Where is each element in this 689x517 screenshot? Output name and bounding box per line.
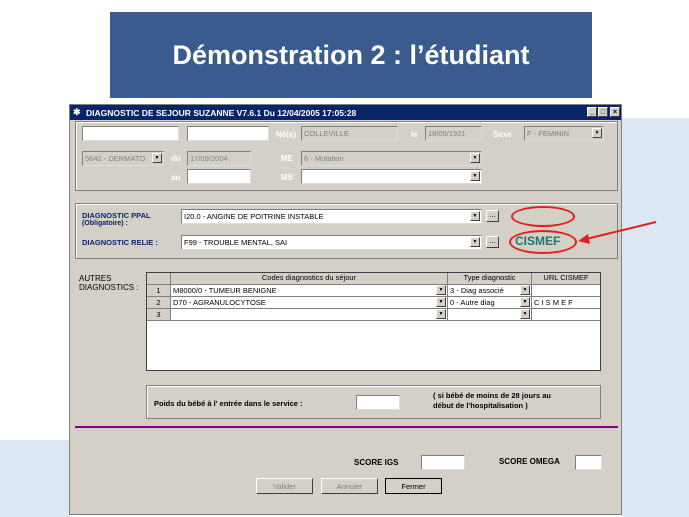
- poids-bebe-label: Poids du bébé à l' entrée dans le servic…: [154, 399, 303, 408]
- birth-date-field[interactable]: 18/05/1921: [425, 126, 482, 141]
- grid-row-type[interactable]: 3 - Diag associé ▼: [448, 285, 532, 297]
- red-arrow-annotation: [578, 221, 657, 244]
- grid-row-url[interactable]: [532, 309, 600, 321]
- diag-ppal-value: I20.0 - ANGINE DE POITRINE INSTABLE: [184, 212, 324, 221]
- diag-ppal-browse-button[interactable]: ...: [486, 210, 499, 222]
- maiden-name-field[interactable]: COLLEVILLE: [301, 126, 398, 141]
- nee-label: Né(e): [276, 130, 297, 139]
- grid-row-url-cismef[interactable]: C I S M E F: [532, 297, 600, 309]
- chevron-down-icon[interactable]: ▼: [520, 309, 530, 319]
- grid-row-type-text: 0 - Autre diag: [450, 298, 495, 307]
- chevron-down-icon[interactable]: ▼: [436, 285, 446, 295]
- grid-row-number: 3: [147, 309, 171, 321]
- score-omega-label: SCORE OMEGA: [499, 457, 560, 466]
- close-button[interactable]: ×: [610, 107, 620, 117]
- highlight-ellipse-ppal: [511, 206, 575, 227]
- sexe-label: Sexe: [493, 130, 512, 139]
- grid-row-type[interactable]: ▼: [448, 309, 532, 321]
- service-select[interactable]: 5642 - DERMATO. ▼: [82, 151, 164, 166]
- separator-line: [75, 426, 618, 428]
- grid-row-url[interactable]: [532, 285, 600, 297]
- diag-ppal-required-label: (Obligatoire) :: [82, 220, 128, 227]
- bebe-note-line1: ( si bébé de moins de 28 jours au: [433, 391, 551, 400]
- score-omega-input[interactable]: [575, 455, 602, 470]
- grid-row-code-text: M8000/0 - TUMEUR BENIGNE: [173, 286, 277, 295]
- minimize-button[interactable]: _: [587, 107, 597, 117]
- fermer-button[interactable]: Fermer: [385, 478, 442, 494]
- ms-label: MS: [281, 173, 293, 182]
- app-window: ✱ DIAGNOSTIC DE SEJOUR SUZANNE V7.6.1 Du…: [69, 104, 622, 515]
- grid-header-url: URL CISMEF: [532, 273, 600, 285]
- valider-button[interactable]: Valider: [256, 478, 313, 494]
- firstname-field[interactable]: [187, 126, 269, 141]
- chevron-down-icon[interactable]: ▼: [470, 153, 480, 163]
- diag-ppal-select[interactable]: I20.0 - ANGINE DE POITRINE INSTABLE ▼: [181, 209, 482, 224]
- chevron-down-icon[interactable]: ▼: [470, 171, 480, 181]
- app-icon: ✱: [73, 107, 81, 117]
- grid-header-type: Type diagnostic: [448, 273, 532, 285]
- au-date-field[interactable]: [187, 169, 251, 184]
- chevron-down-icon[interactable]: ▼: [470, 211, 480, 221]
- background-band-right: [622, 118, 689, 517]
- cismef-link[interactable]: CISMEF: [515, 234, 560, 248]
- sexe-select[interactable]: F - FEMININ ▼: [524, 126, 604, 141]
- diag-relie-value: F99 - TROUBLE MENTAL, SAI: [184, 238, 288, 247]
- grid-row-code[interactable]: M8000/0 - TUMEUR BENIGNE ▼: [171, 285, 448, 297]
- chevron-down-icon[interactable]: ▼: [592, 128, 602, 138]
- autres-label: AUTRES: [79, 274, 112, 283]
- chevron-down-icon[interactable]: ▼: [520, 297, 530, 307]
- lastname-field[interactable]: [82, 126, 179, 141]
- au-label: au: [171, 173, 181, 182]
- grid-header-corner: [147, 273, 171, 285]
- poids-bebe-input[interactable]: [356, 395, 400, 410]
- score-igs-input[interactable]: [421, 455, 465, 470]
- grid-row-number: 2: [147, 297, 171, 309]
- ms-select[interactable]: ▼: [301, 169, 482, 184]
- diag-relie-select[interactable]: F99 - TROUBLE MENTAL, SAI ▼: [181, 235, 482, 250]
- window-title: DIAGNOSTIC DE SEJOUR SUZANNE V7.6.1 Du 1…: [86, 107, 357, 118]
- diag-ppal-label: DIAGNOSTIC PPAL: [82, 211, 151, 220]
- chevron-down-icon[interactable]: ▼: [436, 297, 446, 307]
- grid-row-type-text: 3 - Diag associé: [450, 286, 504, 295]
- diagnostics-label: DIAGNOSTICS :: [79, 283, 139, 292]
- grid-row-type[interactable]: 0 - Autre diag ▼: [448, 297, 532, 309]
- window-titlebar: ✱ DIAGNOSTIC DE SEJOUR SUZANNE V7.6.1 Du…: [70, 105, 621, 120]
- me-label: ME: [281, 154, 293, 163]
- maximize-button[interactable]: □: [598, 107, 608, 117]
- chevron-down-icon[interactable]: ▼: [436, 309, 446, 319]
- le-label: le: [411, 130, 418, 139]
- background-band-left: [0, 440, 69, 517]
- diag-relie-browse-button[interactable]: ...: [486, 236, 499, 248]
- diag-relie-label: DIAGNOSTIC RELIE :: [82, 238, 158, 247]
- chevron-down-icon[interactable]: ▼: [152, 153, 162, 163]
- me-value: 6 - Mutation: [304, 154, 344, 163]
- du-label: du: [171, 154, 181, 163]
- annuler-button[interactable]: Annuler: [321, 478, 378, 494]
- service-value: 5642 - DERMATO.: [85, 154, 148, 163]
- grid-row-code[interactable]: D70 - AGRANULOCYTOSE ▼: [171, 297, 448, 309]
- bebe-note-line2: début de l'hospitalisation ): [433, 401, 528, 410]
- grid-header-codes: Codes diagnostics du séjour: [171, 273, 448, 285]
- score-igs-label: SCORE IGS: [354, 458, 399, 467]
- grid-row-number: 1: [147, 285, 171, 297]
- slide-title: Démonstration 2 : l’étudiant: [110, 12, 592, 98]
- sexe-value: F - FEMININ: [527, 129, 570, 138]
- chevron-down-icon[interactable]: ▼: [470, 237, 480, 247]
- diagnostics-grid: Codes diagnostics du séjour Type diagnos…: [146, 272, 601, 371]
- du-date-field[interactable]: 17/09/2004: [187, 151, 251, 166]
- chevron-down-icon[interactable]: ▼: [520, 285, 530, 295]
- me-select[interactable]: 6 - Mutation ▼: [301, 151, 482, 166]
- grid-row-code-text: D70 - AGRANULOCYTOSE: [173, 298, 266, 307]
- grid-row-code[interactable]: ▼: [171, 309, 448, 321]
